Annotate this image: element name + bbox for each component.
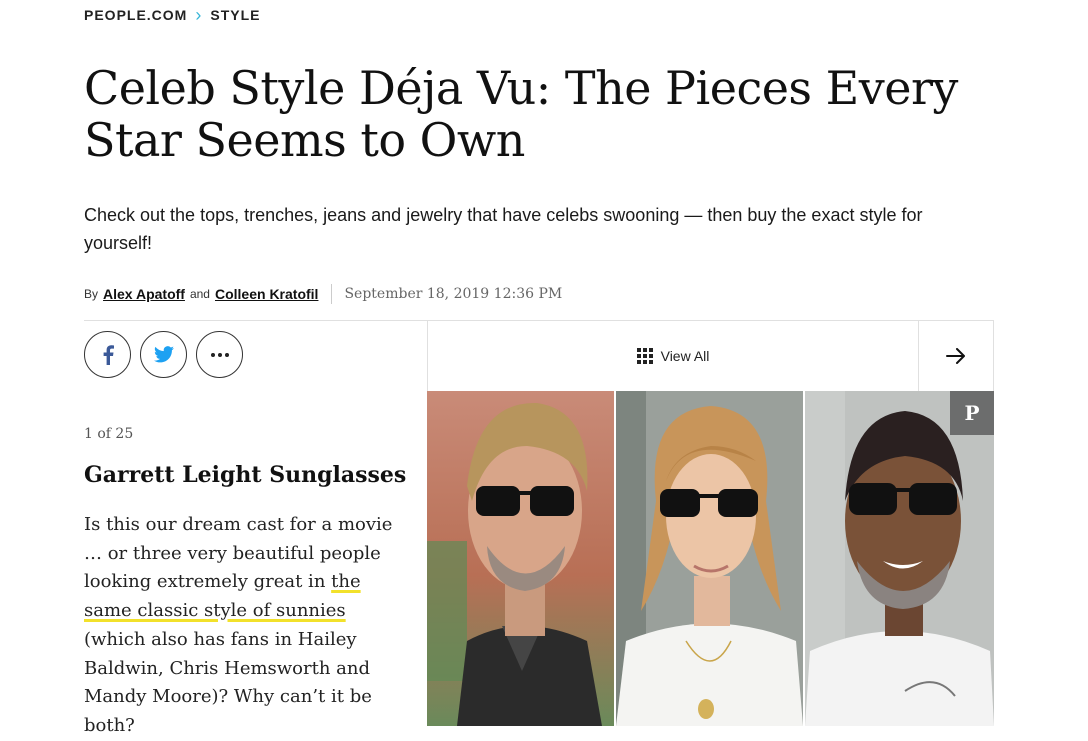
caption-text-end: (which also has fans in Hailey Baldwin, … [84,628,372,736]
article-dek: Check out the tops, trenches, jeans and … [84,205,923,253]
byline: By Alex Apatoff and Colleen Kratofil Sep… [84,282,562,306]
publish-date: September 18, 2019 12:36 PM [344,286,563,302]
facebook-share-button[interactable] [84,331,131,378]
author-link-2[interactable]: Colleen Kratofil [215,286,318,302]
author-link-1[interactable]: Alex Apatoff [103,286,185,302]
celebrity-photo-3 [805,391,994,726]
byline-by: By [84,287,99,301]
celebrity-photo-2 [616,391,803,726]
page-title: Celeb Style Déja Vu: The Pieces Every St… [84,61,958,167]
facebook-icon [103,344,114,365]
breadcrumb: PEOPLE.COM › STYLE [84,6,260,24]
slide-title: Garrett Leight Sunglasses [84,462,407,488]
celebrity-photo-1 [427,391,614,726]
chevron-right-icon: › [195,5,203,25]
next-slide-button[interactable] [918,321,993,391]
photo-panel-left [427,391,614,726]
share-buttons [84,331,243,378]
gallery-toolbar: View All [427,321,994,391]
photo-panel-center [616,391,803,726]
twitter-share-button[interactable] [140,331,187,378]
more-share-button[interactable] [196,331,243,378]
slide-counter: 1 of 25 [84,426,134,442]
more-dots-icon [210,352,229,357]
byline-divider [331,284,333,304]
gallery-image[interactable]: P [427,391,994,726]
arrow-right-icon [946,348,965,364]
pinterest-icon: P [964,401,980,425]
byline-and: and [189,287,210,301]
view-all-label: View All [660,348,710,364]
photo-panel-right: P [805,391,994,726]
breadcrumb-site-link[interactable]: PEOPLE.COM [84,7,187,23]
breadcrumb-section-link[interactable]: STYLE [210,7,260,23]
view-all-button[interactable]: View All [428,321,918,391]
grid-icon [636,348,653,364]
pinterest-save-button[interactable]: P [950,391,994,435]
slide-caption: Is this our dream cast for a movie … or … [84,511,409,741]
twitter-icon [153,346,174,363]
